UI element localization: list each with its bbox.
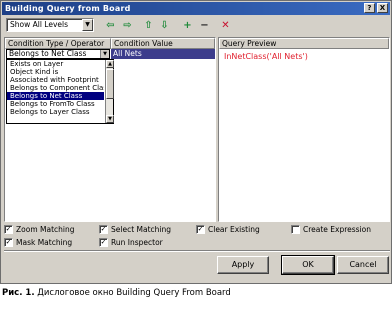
- chevron-down-icon[interactable]: ▼: [82, 19, 93, 31]
- query-preview-header: Query Preview: [219, 38, 389, 49]
- figure-caption: Рис. 1. Дислоговое окно Building Query F…: [2, 288, 231, 298]
- zoom-matching-checkbox[interactable]: ✓: [4, 225, 13, 234]
- clear-existing-checkbox[interactable]: ✓: [196, 225, 205, 234]
- dropdown-item[interactable]: Object Kind is: [7, 68, 104, 76]
- select-matching-option[interactable]: ✓ Select Matching: [99, 225, 171, 235]
- run-inspector-checkbox[interactable]: ✓: [99, 238, 108, 247]
- select-matching-checkbox[interactable]: ✓: [99, 225, 108, 234]
- help-button[interactable]: ?: [364, 3, 375, 13]
- condition-type-value: Belongs to Net Class: [9, 49, 87, 58]
- column-header-condition-type[interactable]: Condition Type / Operator: [5, 38, 111, 49]
- query-preview-panel: Query Preview InNetClass('All Nets'): [218, 37, 390, 222]
- scroll-thumb[interactable]: [106, 69, 114, 99]
- arrow-up-icon[interactable]: ⇧: [142, 19, 155, 32]
- building-query-dialog: Building Query from Board ? X Show All L…: [0, 0, 392, 284]
- arrow-right-icon[interactable]: ⇨: [121, 19, 134, 32]
- remove-icon[interactable]: −: [198, 19, 211, 32]
- mask-matching-option[interactable]: ✓ Mask Matching: [4, 238, 72, 248]
- arrow-left-icon[interactable]: ⇦: [104, 19, 117, 32]
- condition-type-select[interactable]: Belongs to Net Class ▼: [6, 49, 110, 59]
- window-title: Building Query from Board: [5, 4, 131, 13]
- conditions-panel: Condition Type / Operator Condition Valu…: [4, 37, 216, 222]
- caption-text: Дислоговое окно Building Query From Boar…: [37, 288, 231, 298]
- zoom-matching-label: Zoom Matching: [16, 225, 75, 234]
- separator: [4, 250, 390, 252]
- select-matching-label: Select Matching: [111, 225, 172, 234]
- dropdown-item[interactable]: Belongs to Component Class: [7, 84, 104, 92]
- options-group: ✓ Zoom Matching ✓ Select Matching ✓ Clea…: [4, 225, 390, 249]
- level-select-value: Show All Levels: [10, 20, 69, 29]
- scroll-up-icon[interactable]: ▲: [106, 60, 114, 68]
- cancel-button[interactable]: Cancel: [337, 256, 389, 274]
- condition-value-cell[interactable]: All Nets: [111, 49, 215, 59]
- arrow-down-icon[interactable]: ⇩: [158, 19, 171, 32]
- create-expression-option[interactable]: Create Expression: [291, 225, 371, 235]
- clear-existing-option[interactable]: ✓ Clear Existing: [196, 225, 260, 235]
- column-header-condition-value[interactable]: Condition Value: [111, 38, 215, 49]
- query-preview-text: InNetClass('All Nets'): [224, 52, 308, 61]
- mask-matching-label: Mask Matching: [16, 238, 73, 247]
- create-expression-label: Create Expression: [303, 225, 372, 234]
- toolbar: Show All Levels ▼ ⇦ ⇨ ⇧ ⇩ + − ✕: [3, 16, 389, 36]
- dropdown-item[interactable]: Belongs to Layer Class: [7, 108, 104, 116]
- scroll-down-icon[interactable]: ▼: [106, 115, 114, 123]
- run-inspector-option[interactable]: ✓ Run Inspector: [99, 238, 163, 248]
- delete-icon[interactable]: ✕: [219, 19, 232, 32]
- level-select[interactable]: Show All Levels ▼: [6, 18, 94, 32]
- ok-button[interactable]: OK: [281, 255, 335, 275]
- title-bar: Building Query from Board ? X: [2, 2, 390, 15]
- apply-button[interactable]: Apply: [217, 256, 269, 274]
- zoom-matching-option[interactable]: ✓ Zoom Matching: [4, 225, 75, 235]
- condition-type-dropdown: Exists on Layer Object Kind is Associate…: [6, 59, 114, 124]
- mask-matching-checkbox[interactable]: ✓: [4, 238, 13, 247]
- dropdown-item-selected[interactable]: Belongs to Net Class: [7, 92, 104, 100]
- dropdown-item[interactable]: Exists on Layer: [7, 60, 104, 68]
- caption-prefix: Рис. 1.: [2, 288, 35, 298]
- dropdown-item[interactable]: Belongs to FromTo Class: [7, 100, 104, 108]
- dropdown-scrollbar[interactable]: ▲ ▼: [105, 60, 114, 123]
- close-button[interactable]: X: [377, 3, 388, 13]
- chevron-down-icon[interactable]: ▼: [100, 50, 109, 58]
- run-inspector-label: Run Inspector: [111, 238, 163, 247]
- create-expression-checkbox[interactable]: [291, 225, 300, 234]
- dropdown-item[interactable]: Associated with Footprint: [7, 76, 104, 84]
- add-icon[interactable]: +: [181, 19, 194, 32]
- clear-existing-label: Clear Existing: [208, 225, 260, 234]
